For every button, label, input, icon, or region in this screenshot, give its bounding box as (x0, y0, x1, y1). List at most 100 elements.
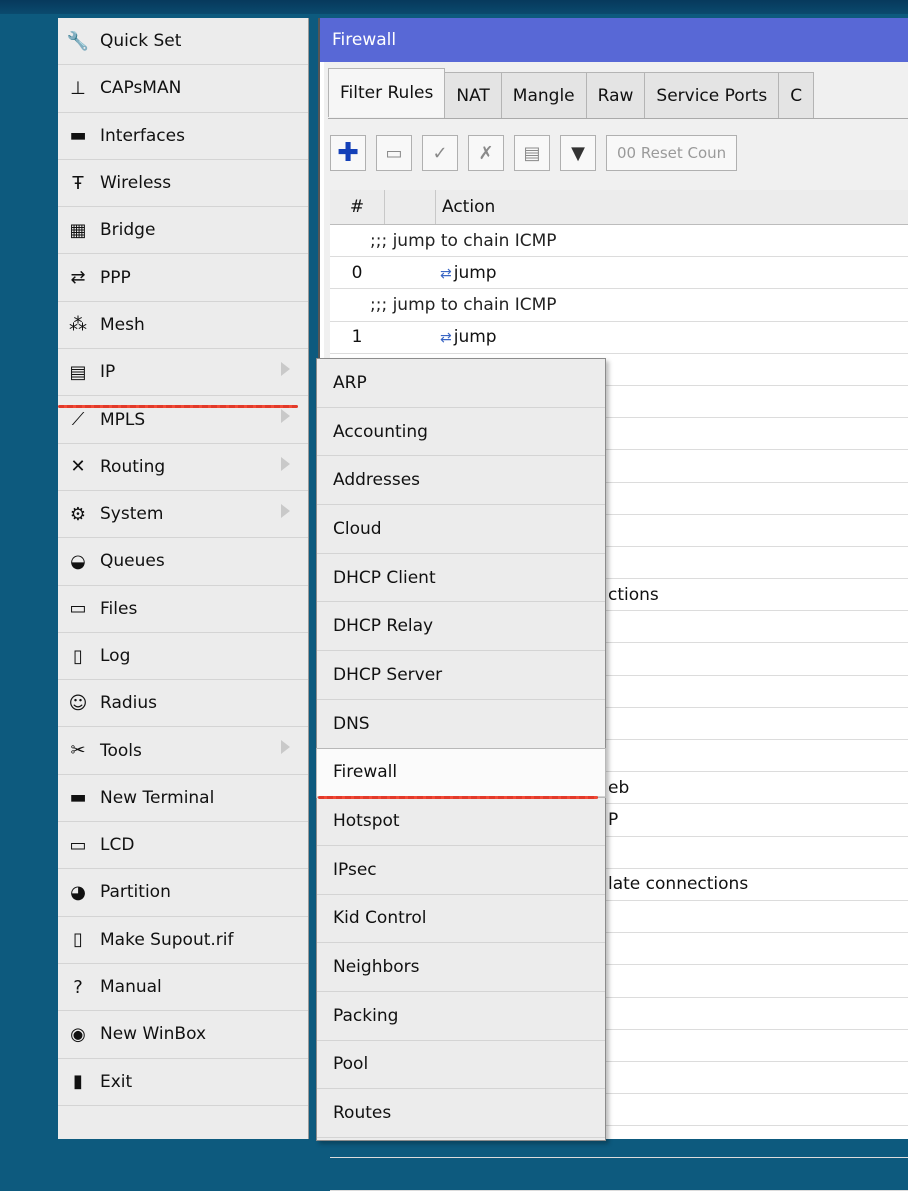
main-menu-item-label: Bridge (100, 220, 156, 241)
comment-button[interactable]: ▤ (514, 135, 550, 171)
ip-submenu-item-arp[interactable]: ARP (317, 359, 605, 408)
interfaces-icon: ▬ (69, 125, 87, 147)
firewall-window-title[interactable]: Firewall (320, 18, 908, 62)
tab-service-ports[interactable]: Service Ports (644, 72, 780, 118)
main-menu: 🔧 Quick Set ⊥ CAPsMAN ▬ Interfaces Ŧ Wireless ▦ B… (58, 18, 309, 1139)
table-header: # Action (330, 190, 908, 225)
column-number-label: # (349, 197, 365, 217)
main-menu-item-bridge[interactable]: ▦ Bridge (58, 207, 308, 255)
ip-submenu-item-dhcp-client[interactable]: DHCP Client (317, 554, 605, 603)
main-menu-item-mpls[interactable]: ⟋ MPLS (58, 396, 308, 444)
check-icon: ✓ (432, 142, 448, 164)
main-menu-item-partition[interactable]: ◕ Partition (58, 869, 308, 917)
ip-submenu-item-addresses[interactable]: Addresses (317, 456, 605, 506)
lcd-monitor-icon: ▭ (69, 834, 87, 856)
cross-icon: ✗ (478, 142, 494, 164)
main-menu-item-radius[interactable]: ☺ Radius (58, 680, 308, 728)
main-menu-item-system[interactable]: ⚙ System (58, 491, 308, 539)
main-menu-item-tools[interactable]: ✂ Tools (58, 727, 308, 775)
ip-submenu-item-packing[interactable]: Packing (317, 992, 605, 1041)
filter-button[interactable]: ▼ (560, 135, 596, 171)
winbox-icon: ◉ (70, 1023, 86, 1045)
disable-rule-button[interactable]: ✗ (468, 135, 504, 171)
ip-submenu-item-hotspot[interactable]: Hotspot (317, 797, 605, 846)
main-menu-item-ip[interactable]: ▤ IP (58, 349, 308, 397)
ip-submenu-item-dhcp-relay[interactable]: DHCP Relay (317, 602, 605, 652)
main-menu-item-label: New WinBox (100, 1024, 207, 1045)
ip-submenu-item-cloud[interactable]: Cloud (317, 505, 605, 554)
ip-submenu-item-dhcp-server[interactable]: DHCP Server (317, 651, 605, 700)
main-menu-item-queues[interactable]: ◒ Queues (58, 538, 308, 586)
main-menu-item-quick-set[interactable]: 🔧 Quick Set (58, 18, 308, 66)
main-menu-item-make-supout-rif[interactable]: ▯ Make Supout.rif (58, 917, 308, 964)
rule-action-text: jump (453, 262, 497, 283)
exit-door-icon: ▮ (73, 1071, 83, 1093)
main-menu-item-label: Quick Set (100, 31, 182, 52)
main-menu-item-new-terminal[interactable]: ▬ New Terminal (58, 775, 308, 823)
radius-users-icon: ☺ (68, 692, 88, 714)
folder-icon: ▭ (69, 598, 87, 620)
jump-icon: ⇄ (440, 330, 452, 347)
main-menu-item-wireless[interactable]: Ŧ Wireless (58, 160, 308, 208)
rule-comment-row[interactable]: ;;; jump to chain ICMP (330, 289, 908, 322)
firewall-toolbar: ✚ ▭ ✓ ✗ ▤ ▼ 00 Reset Coun (330, 130, 908, 176)
ip-submenu: ARP Accounting Addresses Cloud DHCP Client DH… (316, 358, 606, 1141)
ip-submenu-item-neighbors[interactable]: Neighbors (317, 943, 605, 992)
table-row[interactable]: 1 ⇄ jump (330, 322, 908, 354)
terminal-icon: ▬ (69, 787, 87, 809)
main-menu-item-label: PPP (100, 267, 131, 288)
remove-rule-button[interactable]: ▭ (376, 135, 412, 171)
ip-submenu-item-pool[interactable]: Pool (317, 1041, 605, 1090)
table-row[interactable]: 0 ⇄ jump (330, 257, 908, 290)
main-menu-item-mesh[interactable]: ⁂ Mesh (58, 302, 308, 350)
rule-comment-text: ;;; jump to chain ICMP (370, 294, 557, 315)
main-menu-item-log[interactable]: ▯ Log (58, 633, 308, 681)
main-menu-item-lcd[interactable]: ▭ LCD (58, 822, 308, 870)
supout-file-icon: ▯ (73, 929, 83, 951)
main-menu-item-routing[interactable]: ✕ Routing (58, 444, 308, 491)
main-menu-item-interfaces[interactable]: ▬ Interfaces (58, 113, 308, 160)
column-action-label: Action (442, 197, 496, 217)
tools-icon: ✂ (70, 740, 86, 762)
main-menu-item-ppp[interactable]: ⇄ PPP (58, 254, 308, 302)
ip-submenu-item-dns[interactable]: DNS (317, 700, 605, 749)
help-icon: ? (73, 976, 83, 998)
routing-icon: ✕ (70, 456, 86, 478)
main-menu-item-capsman[interactable]: ⊥ CAPsMAN (58, 65, 308, 113)
main-menu-item-files[interactable]: ▭ Files (58, 586, 308, 633)
enable-rule-button[interactable]: ✓ (422, 135, 458, 171)
main-menu-item-label: New Terminal (100, 787, 215, 808)
tab-raw[interactable]: Raw (585, 72, 646, 118)
tab-nat[interactable]: NAT (444, 72, 502, 118)
tab-c[interactable]: C (778, 72, 815, 118)
tab-filter-rules[interactable]: Filter Rules (328, 68, 446, 117)
main-menu-item-new-winbox[interactable]: ◉ New WinBox (58, 1011, 308, 1059)
partition-pie-icon: ◕ (70, 881, 86, 903)
ip-submenu-item-accounting[interactable]: Accounting (317, 408, 605, 457)
ip-submenu-item-ipsec[interactable]: IPsec (317, 846, 605, 895)
rule-number: 0 (351, 262, 363, 283)
desktop-title-bar (0, 0, 908, 14)
ppp-icon: ⇄ (70, 267, 86, 289)
tab-mangle[interactable]: Mangle (500, 72, 587, 118)
main-menu-item-label: Routing (100, 456, 166, 477)
submenu-arrow-icon (281, 456, 290, 471)
reset-counters-label: 00 Reset Coun (617, 144, 727, 162)
ip-submenu-item-routes[interactable]: Routes (317, 1089, 605, 1138)
firewall-tabs: Filter Rules NAT Mangle Raw Service Ports C (328, 68, 908, 119)
column-header-flags[interactable] (385, 190, 436, 224)
ip-submenu-item-kid-control[interactable]: Kid Control (317, 895, 605, 944)
ip-submenu-item-firewall[interactable]: Firewall (316, 747, 606, 799)
main-menu-item-label: Files (100, 598, 138, 619)
reset-counters-button[interactable]: 00 Reset Coun (606, 135, 738, 171)
main-menu-item-label: Make Supout.rif (100, 929, 234, 950)
column-header-action[interactable]: Action (436, 197, 495, 217)
add-rule-button[interactable]: ✚ (330, 135, 366, 171)
rule-action-text: jump (453, 327, 497, 348)
main-menu-item-manual[interactable]: ? Manual (58, 964, 308, 1012)
rule-action: ⇄ jump (384, 263, 497, 283)
main-menu-item-exit[interactable]: ▮ Exit (58, 1059, 308, 1106)
column-header-number[interactable]: # (330, 190, 385, 224)
table-row[interactable] (330, 1158, 908, 1191)
rule-comment-row[interactable]: ;;; jump to chain ICMP (330, 225, 908, 258)
